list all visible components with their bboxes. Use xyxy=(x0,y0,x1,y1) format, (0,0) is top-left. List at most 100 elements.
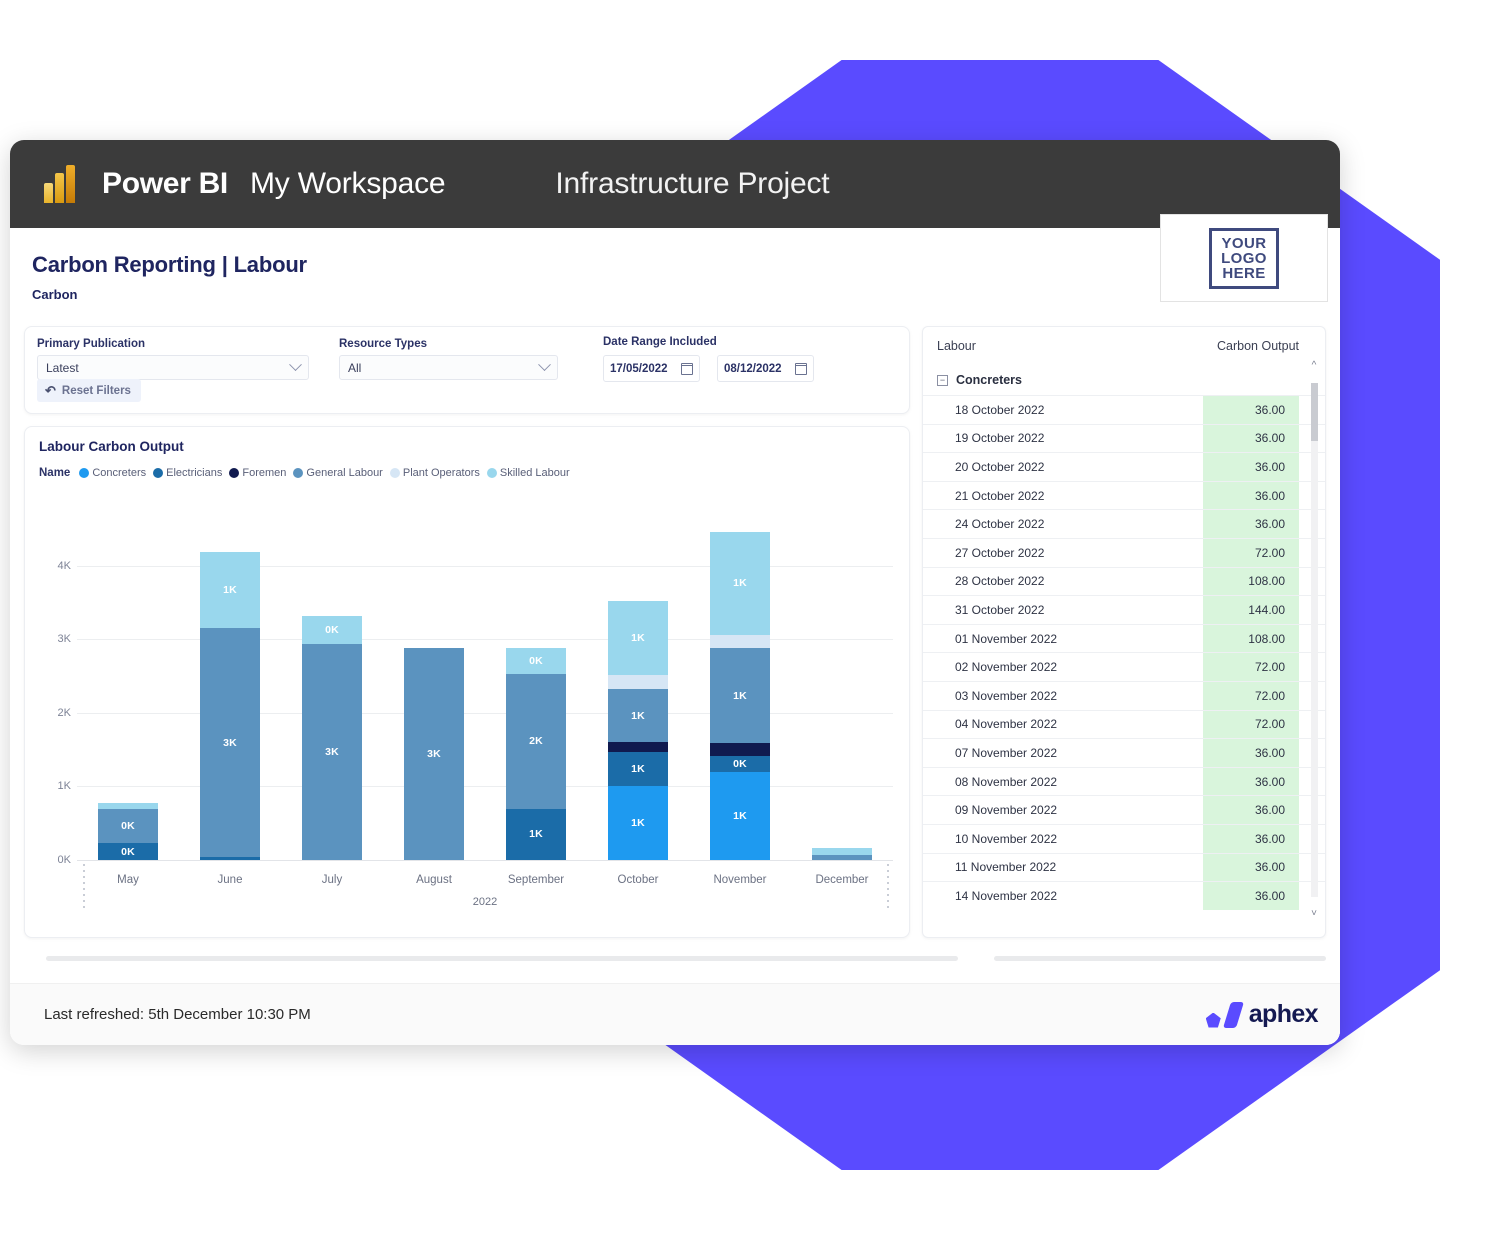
table-row[interactable]: 08 November 2022 36.00 xyxy=(923,766,1325,796)
row-date: 24 October 2022 xyxy=(955,517,1045,532)
date-to-input[interactable]: 08/12/2022 xyxy=(717,355,814,382)
table-row[interactable]: 09 November 2022 36.00 xyxy=(923,795,1325,824)
chart-horizontal-scrollbar[interactable] xyxy=(46,956,958,961)
table-row[interactable]: 31 October 2022 144.00 xyxy=(923,595,1325,624)
table-header: Labour Carbon Output xyxy=(923,327,1325,367)
bar-segment-general-labour[interactable]: 1K xyxy=(710,648,770,744)
legend-label: Concreters xyxy=(92,467,147,479)
bar-segment-general-labour[interactable] xyxy=(812,854,872,860)
bar-segment-foremen[interactable] xyxy=(608,742,668,752)
legend-item-electricians[interactable]: Electricians xyxy=(153,467,222,479)
table-row[interactable]: 20 October 2022 36.00 xyxy=(923,452,1325,481)
filter-panel: Primary Publication Latest Resource Type… xyxy=(24,326,910,414)
legend-item-foremen[interactable]: Foremen xyxy=(229,467,286,479)
legend-item-general-labour[interactable]: General Labour xyxy=(293,467,383,479)
table-row[interactable]: 19 October 2022 36.00 xyxy=(923,423,1325,453)
bar-stack-december[interactable] xyxy=(812,847,872,860)
bar-stack-july[interactable]: 0K 3K xyxy=(302,615,362,860)
bar-segment-label: 3K xyxy=(427,748,441,761)
table-row[interactable]: 11 November 2022 36.00 xyxy=(923,852,1325,882)
row-carbon-output: 108.00 xyxy=(1203,567,1299,596)
table-group-row-concreters[interactable]: − Concreters xyxy=(923,367,1325,395)
table-row[interactable]: 28 October 2022 108.00 xyxy=(923,566,1325,596)
legend-item-concreters[interactable]: Concreters xyxy=(79,467,146,479)
row-carbon-output: 36.00 xyxy=(1203,824,1299,853)
brand-label: Power BI xyxy=(102,167,228,200)
bar-segment-plant-operators[interactable] xyxy=(710,634,770,649)
bar-segment-electricians[interactable]: 0K xyxy=(710,755,770,772)
scroll-up-icon[interactable]: ^ xyxy=(1312,361,1317,371)
resource-types-label: Resource Types xyxy=(339,338,427,350)
chart-title: Labour Carbon Output xyxy=(39,439,184,454)
bar-stack-october[interactable]: 1K 1K 1K 1K xyxy=(608,601,668,860)
scroll-down-icon[interactable]: ˅ xyxy=(1311,909,1317,919)
primary-publication-select[interactable]: Latest xyxy=(37,355,309,380)
bar-segment-skilled-labour[interactable] xyxy=(812,847,872,855)
bar-segment-general-labour[interactable]: 1K xyxy=(608,688,668,743)
resource-types-select[interactable]: All xyxy=(339,355,558,380)
table-row[interactable]: 01 November 2022 108.00 xyxy=(923,623,1325,653)
table-row[interactable]: 18 October 2022 36.00 xyxy=(923,395,1325,424)
bar-segment-skilled-labour[interactable]: 1K xyxy=(710,531,770,635)
calendar-icon[interactable] xyxy=(681,362,693,375)
table-scrollbar[interactable]: ^ ˅ xyxy=(1308,361,1320,919)
scrollbar-track[interactable] xyxy=(1310,383,1318,897)
bar-segment-skilled-labour[interactable]: 0K xyxy=(506,648,566,674)
calendar-icon[interactable] xyxy=(795,362,807,375)
table-row[interactable]: 07 November 2022 36.00 xyxy=(923,738,1325,767)
resource-types-value: All xyxy=(348,360,362,375)
row-carbon-output: 36.00 xyxy=(1203,882,1299,910)
legend-swatch-icon xyxy=(389,468,400,478)
bar-segment-plant-operators[interactable] xyxy=(608,674,668,689)
gridline xyxy=(77,639,893,641)
date-from-input[interactable]: 17/05/2022 xyxy=(603,355,700,382)
row-carbon-output: 72.00 xyxy=(1203,653,1299,681)
bar-stack-november[interactable]: 1K 1K 0K 1K xyxy=(710,531,770,860)
row-carbon-output: 144.00 xyxy=(1203,596,1299,624)
table-row[interactable]: 10 November 2022 36.00 xyxy=(923,823,1325,853)
bar-segment-label: 1K xyxy=(223,584,237,597)
table-row[interactable]: 21 October 2022 36.00 xyxy=(923,480,1325,510)
table-row[interactable]: 03 November 2022 72.00 xyxy=(923,680,1325,710)
table-row[interactable]: 24 October 2022 36.00 xyxy=(923,509,1325,538)
reset-filters-button[interactable]: ↶ Reset Filters xyxy=(37,379,141,402)
scrollbar-thumb[interactable] xyxy=(1310,383,1318,441)
bar-segment-skilled-labour[interactable]: 0K xyxy=(302,615,362,645)
bar-stack-august[interactable]: 3K xyxy=(404,648,464,860)
gridline xyxy=(77,712,893,714)
logo-line-2: LOGO xyxy=(1221,249,1267,267)
table-row[interactable]: 14 November 2022 36.00 xyxy=(923,881,1325,910)
bar-segment-electricians[interactable]: 1K xyxy=(506,808,566,860)
gridline xyxy=(77,565,893,567)
bar-segment-general-labour[interactable]: 3K xyxy=(404,648,464,860)
bar-segment-electricians[interactable]: 1K xyxy=(608,751,668,787)
x-axis-title: 2022 xyxy=(472,896,498,908)
bar-stack-june[interactable]: 1K 3K xyxy=(200,551,260,860)
bar-segment-concreters[interactable]: 1K xyxy=(710,771,770,860)
bar-stack-may[interactable]: 0K 0K xyxy=(98,802,158,860)
bar-segment-general-labour[interactable]: 2K xyxy=(506,673,566,809)
labour-table-panel: Labour Carbon Output − Concreters 18 Oct… xyxy=(922,326,1326,938)
workspace-label[interactable]: My Workspace xyxy=(250,167,446,201)
bar-segment-foremen[interactable] xyxy=(710,743,770,756)
table-horizontal-scrollbar[interactable] xyxy=(994,956,1326,961)
legend-item-plant-operators[interactable]: Plant Operators xyxy=(389,467,480,479)
bar-segment-skilled-labour[interactable]: 1K xyxy=(200,551,260,629)
bar-segment-general-labour[interactable]: 0K xyxy=(98,808,158,844)
group-label: Concreters xyxy=(956,373,1022,387)
report-footer: Last refreshed: 5th December 10:30 PM ap… xyxy=(10,983,1340,1045)
bar-segment-electricians[interactable] xyxy=(200,857,260,860)
bar-segment-concreters[interactable]: 1K xyxy=(608,786,668,860)
bar-segment-general-labour[interactable]: 3K xyxy=(200,628,260,858)
bar-segment-label: 1K xyxy=(631,709,645,722)
table-row[interactable]: 02 November 2022 72.00 xyxy=(923,652,1325,681)
bar-segment-general-labour[interactable]: 3K xyxy=(302,644,362,860)
legend-item-skilled-labour[interactable]: Skilled Labour xyxy=(486,467,570,479)
project-title[interactable]: Infrastructure Project xyxy=(555,167,829,201)
collapse-icon[interactable]: − xyxy=(937,374,948,386)
table-row[interactable]: 04 November 2022 72.00 xyxy=(923,709,1325,739)
bar-stack-september[interactable]: 0K 2K 1K xyxy=(506,648,566,860)
table-row[interactable]: 27 October 2022 72.00 xyxy=(923,537,1325,567)
bar-segment-skilled-labour[interactable]: 1K xyxy=(608,601,668,675)
bar-segment-electricians[interactable]: 0K xyxy=(98,843,158,860)
